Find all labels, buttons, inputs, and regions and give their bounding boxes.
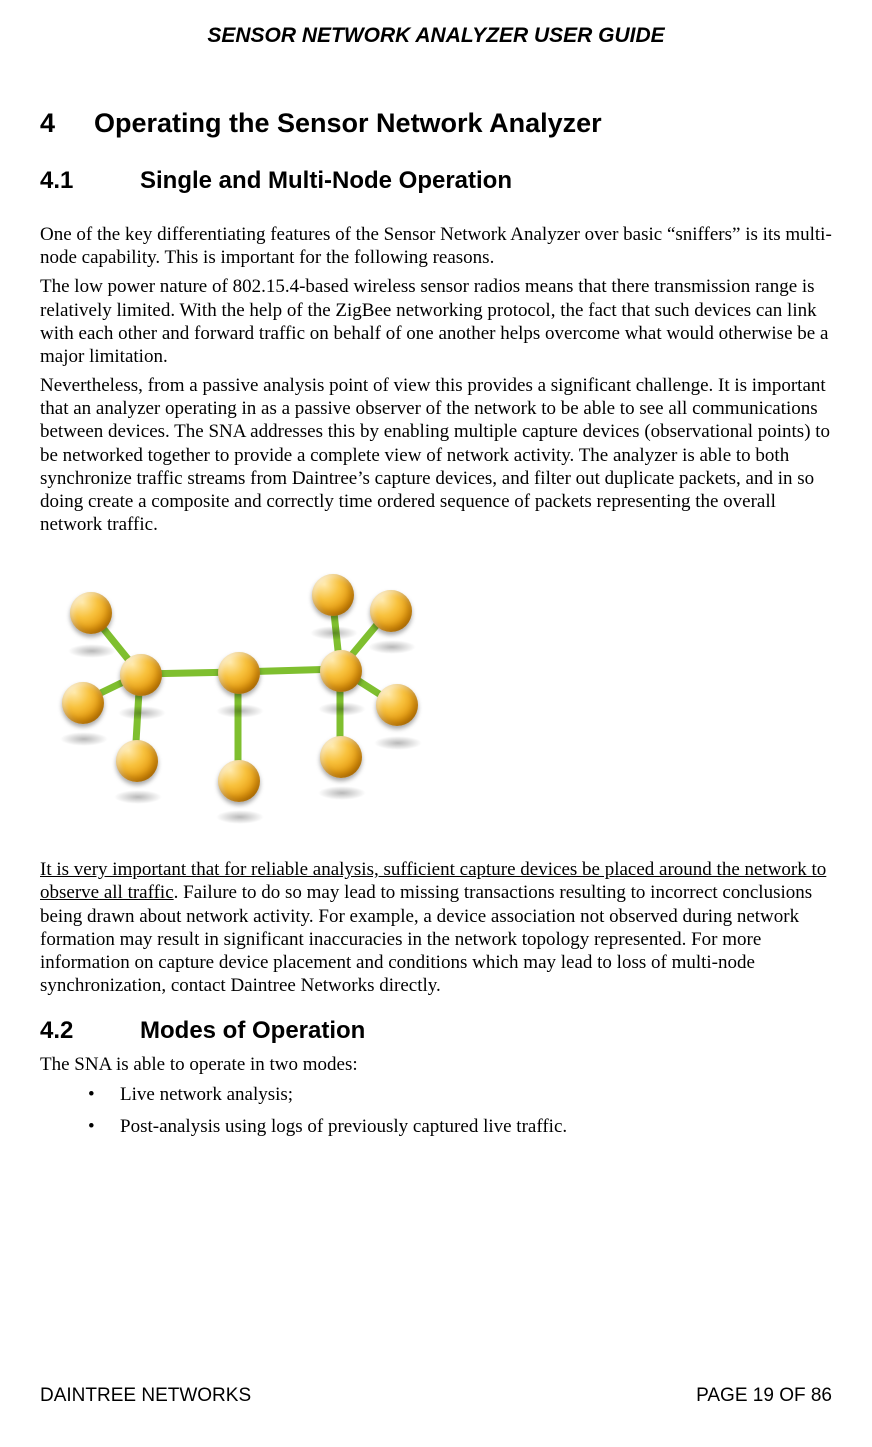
para-4-2-intro: The SNA is able to operate in two modes: — [40, 1053, 832, 1076]
section-4-2-heading: 4.2Modes of Operation — [40, 1017, 832, 1045]
para-4-1-3: Nevertheless, from a passive analysis po… — [40, 374, 832, 536]
chapter-title: Operating the Sensor Network Analyzer — [94, 108, 602, 138]
sensor-node-icon — [320, 736, 362, 778]
para-4-1-4: It is very important that for reliable a… — [40, 858, 832, 997]
sensor-node-icon — [218, 652, 260, 694]
section-4-1-title: Single and Multi-Node Operation — [140, 167, 512, 194]
sensor-node-icon — [370, 590, 412, 632]
list-item: Live network analysis; — [88, 1082, 832, 1108]
sensor-node-icon — [116, 740, 158, 782]
para-4-1-1: One of the key differentiating features … — [40, 223, 832, 269]
section-4-2-title: Modes of Operation — [140, 1017, 365, 1044]
section-4-1-number: 4.1 — [40, 167, 140, 195]
list-item: Post-analysis using logs of previously c… — [88, 1114, 832, 1140]
modes-list: Live network analysis; Post-analysis usi… — [40, 1082, 832, 1139]
sensor-node-icon — [120, 654, 162, 696]
section-4-2-number: 4.2 — [40, 1017, 140, 1045]
chapter-heading: 4Operating the Sensor Network Analyzer — [40, 108, 832, 139]
sensor-node-icon — [320, 650, 362, 692]
sensor-node-icon — [70, 592, 112, 634]
sensor-node-icon — [312, 574, 354, 616]
footer-left: DAINTREE NETWORKS — [40, 1385, 251, 1407]
running-header: SENSOR NETWORK ANALYZER USER GUIDE — [40, 24, 832, 48]
chapter-number: 4 — [40, 108, 94, 139]
network-topology-diagram — [40, 554, 420, 834]
footer-right: PAGE 19 OF 86 — [696, 1385, 832, 1407]
section-4-1-heading: 4.1Single and Multi-Node Operation — [40, 167, 832, 195]
para-4-1-2: The low power nature of 802.15.4-based w… — [40, 275, 832, 368]
page-footer: DAINTREE NETWORKS PAGE 19 OF 86 — [40, 1385, 832, 1407]
sensor-node-icon — [376, 684, 418, 726]
sensor-node-icon — [62, 682, 104, 724]
sensor-node-icon — [218, 760, 260, 802]
